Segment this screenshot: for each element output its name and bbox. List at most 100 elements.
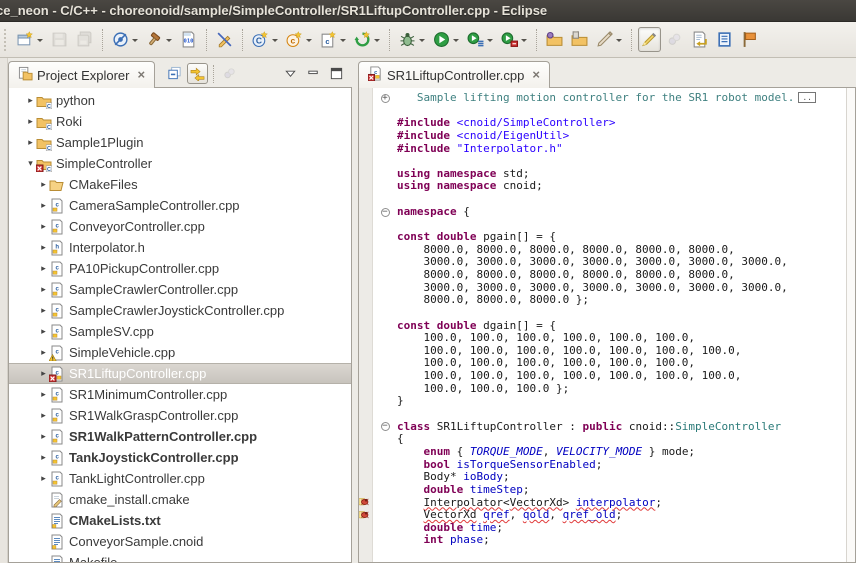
expander-expanded-icon[interactable]: ▾ bbox=[25, 158, 36, 169]
expander-collapsed-icon[interactable]: ▸ bbox=[38, 326, 49, 337]
expander-collapsed-icon[interactable]: ▸ bbox=[38, 452, 49, 463]
expander-collapsed-icon[interactable]: ▸ bbox=[38, 179, 49, 190]
tree-item-pa10pickupcontroller-cpp[interactable]: ▸cPA10PickupController.cpp bbox=[9, 258, 351, 279]
expander-collapsed-icon[interactable]: ▸ bbox=[38, 431, 49, 442]
tree-item-camerasamplecontroller-cpp[interactable]: ▸cCameraSampleController.cpp bbox=[9, 195, 351, 216]
tab-editor-sr1liftupcontroller[interactable]: c SR1LiftupController.cpp × bbox=[358, 61, 550, 88]
dropdown-arrow-icon[interactable] bbox=[272, 39, 278, 45]
dropdown-arrow-icon[interactable] bbox=[37, 39, 43, 45]
toolbar-button-skip-breakpoints-icon[interactable] bbox=[109, 27, 141, 52]
toolbar-button-profile-icon[interactable] bbox=[498, 27, 530, 52]
tree-item-tankjoystickcontroller-cpp[interactable]: ▸cTankJoystickController.cpp bbox=[9, 447, 351, 468]
toolbar-button-build-hammer-icon[interactable] bbox=[143, 27, 175, 52]
expander-collapsed-icon[interactable]: ▸ bbox=[25, 116, 36, 127]
dropdown-arrow-icon[interactable] bbox=[306, 39, 312, 45]
toolbar-button-new-header-icon[interactable]: c bbox=[283, 27, 315, 52]
toolbar-button-annotations-icon[interactable] bbox=[663, 27, 686, 52]
dropdown-arrow-icon[interactable] bbox=[166, 39, 172, 45]
view-button-collapse-all-icon[interactable] bbox=[164, 63, 185, 84]
window-titlebar[interactable]: ce_neon - C/C++ - choreonoid/sample/Simp… bbox=[0, 0, 856, 22]
tree-item-conveyorsample-cnoid[interactable]: ConveyorSample.cnoid bbox=[9, 531, 351, 552]
dropdown-arrow-icon[interactable] bbox=[616, 39, 622, 45]
annotation-ruler[interactable] bbox=[359, 88, 373, 562]
tree-item-python[interactable]: ▸Cpython bbox=[9, 90, 351, 111]
tree-item-sr1walkpatterncontroller-cpp[interactable]: ▸cSR1WalkPatternController.cpp bbox=[9, 426, 351, 447]
tab-project-explorer[interactable]: Project Explorer × bbox=[8, 61, 155, 88]
expander-collapsed-icon[interactable]: ▸ bbox=[38, 242, 49, 253]
view-button-minimize-icon[interactable] bbox=[303, 63, 324, 84]
toolbar-button-new-source-file-icon[interactable]: c bbox=[317, 27, 349, 52]
toolbar-button-last-edit-location-icon[interactable] bbox=[688, 27, 711, 52]
tree-item-sample1plugin[interactable]: ▸CSample1Plugin bbox=[9, 132, 351, 153]
fold-collapse-icon[interactable]: − bbox=[381, 208, 390, 217]
expander-collapsed-icon[interactable]: ▸ bbox=[38, 263, 49, 274]
toolbar-button-new-wizard-icon[interactable] bbox=[14, 27, 46, 52]
toolbar-drag-handle[interactable] bbox=[4, 29, 9, 51]
tree-item-makefile[interactable]: Makefile bbox=[9, 552, 351, 563]
fold-collapse-icon[interactable]: − bbox=[381, 422, 390, 431]
expander-collapsed-icon[interactable]: ▸ bbox=[38, 221, 49, 232]
toolbar-button-save-icon[interactable] bbox=[48, 27, 71, 52]
toolbar-button-build-binary-icon[interactable]: 010 bbox=[177, 27, 200, 52]
expander-collapsed-icon[interactable]: ▸ bbox=[38, 200, 49, 211]
expander-collapsed-icon[interactable]: ▸ bbox=[38, 389, 49, 400]
tree-item-cmakefiles[interactable]: ▸CMakeFiles bbox=[9, 174, 351, 195]
editor-tab-close-icon[interactable]: × bbox=[532, 70, 540, 80]
tree-item-samplecrawlerjoystickcontroller-cpp[interactable]: ▸cSampleCrawlerJoystickController.cpp bbox=[9, 300, 351, 321]
tree-item-simplevehicle-cpp[interactable]: ▸cSimpleVehicle.cpp bbox=[9, 342, 351, 363]
fold-expand-icon[interactable]: + bbox=[381, 94, 390, 103]
expander-collapsed-icon[interactable]: ▸ bbox=[38, 305, 49, 316]
tree-item-simplecontroller[interactable]: ▾CSimpleController bbox=[9, 153, 351, 174]
tree-item-samplecrawlercontroller-cpp[interactable]: ▸cSampleCrawlerController.cpp bbox=[9, 279, 351, 300]
dropdown-arrow-icon[interactable] bbox=[132, 39, 138, 45]
folded-region-box[interactable]: .. bbox=[798, 92, 816, 103]
tree-item-interpolator-h[interactable]: ▸hInterpolator.h bbox=[9, 237, 351, 258]
expander-collapsed-icon[interactable]: ▸ bbox=[38, 368, 49, 379]
dropdown-arrow-icon[interactable] bbox=[340, 39, 346, 45]
toolbar-button-flag-icon[interactable] bbox=[738, 27, 761, 52]
overview-ruler[interactable] bbox=[846, 88, 855, 562]
tree-item-samplesv-cpp[interactable]: ▸cSampleSV.cpp bbox=[9, 321, 351, 342]
expander-collapsed-icon[interactable]: ▸ bbox=[38, 410, 49, 421]
cpp-file-icon: c bbox=[49, 219, 65, 235]
toolbar-button-coverage-icon[interactable] bbox=[464, 27, 496, 52]
dropdown-arrow-icon[interactable] bbox=[374, 39, 380, 45]
tree-item-sr1minimumcontroller-cpp[interactable]: ▸cSR1MinimumController.cpp bbox=[9, 384, 351, 405]
toolbar-button-external-tools-icon[interactable] bbox=[593, 27, 625, 52]
tree-item-sr1liftupcontroller-cpp[interactable]: ▸cSR1LiftupController.cpp bbox=[9, 363, 351, 384]
expander-collapsed-icon[interactable]: ▸ bbox=[38, 347, 49, 358]
toolbar-button-mark-occurrences-icon[interactable] bbox=[638, 27, 661, 52]
toolbar-button-debug-icon[interactable] bbox=[396, 27, 428, 52]
tree-item-cmake-install-cmake[interactable]: cmake_install.cmake bbox=[9, 489, 351, 510]
tree-item-roki[interactable]: ▸CRoki bbox=[9, 111, 351, 132]
toolbar-button-export-folder-icon[interactable] bbox=[568, 27, 591, 52]
toolbar-button-new-class-icon[interactable]: C bbox=[249, 27, 281, 52]
toolbar-button-save-all-icon[interactable] bbox=[73, 27, 96, 52]
tree-item-sr1walkgraspcontroller-cpp[interactable]: ▸cSR1WalkGraspController.cpp bbox=[9, 405, 351, 426]
dropdown-arrow-icon[interactable] bbox=[521, 39, 527, 45]
dropdown-arrow-icon[interactable] bbox=[419, 39, 425, 45]
expander-collapsed-icon[interactable]: ▸ bbox=[38, 473, 49, 484]
view-button-view-menu-icon[interactable] bbox=[280, 63, 301, 84]
toolbar-button-open-element-icon[interactable] bbox=[713, 27, 736, 52]
view-button-maximize-icon[interactable] bbox=[326, 63, 347, 84]
toolbar-button-new-project-icon[interactable] bbox=[351, 27, 383, 52]
expander-collapsed-icon[interactable]: ▸ bbox=[25, 95, 36, 106]
expander-collapsed-icon[interactable]: ▸ bbox=[38, 284, 49, 295]
tree-item-cmakelists-txt[interactable]: CMakeLists.txt bbox=[9, 510, 351, 531]
toolbar-button-run-icon[interactable] bbox=[430, 27, 462, 52]
view-toolbar-separator bbox=[213, 65, 214, 83]
view-button-focus-icon[interactable] bbox=[219, 63, 240, 84]
error-marker-icon[interactable] bbox=[359, 509, 372, 522]
tree-item-tanklightcontroller-cpp[interactable]: ▸cTankLightController.cpp bbox=[9, 468, 351, 489]
toolbar-button-import-folder-icon[interactable] bbox=[543, 27, 566, 52]
error-marker-icon[interactable] bbox=[359, 496, 372, 509]
tree-item-conveyorcontroller-cpp[interactable]: ▸cConveyorController.cpp bbox=[9, 216, 351, 237]
code-editor[interactable]: + Sample lifting motion controller for t… bbox=[373, 88, 846, 562]
expander-collapsed-icon[interactable]: ▸ bbox=[25, 137, 36, 148]
explorer-tab-close-icon[interactable]: × bbox=[137, 70, 145, 80]
dropdown-arrow-icon[interactable] bbox=[487, 39, 493, 45]
toolbar-button-slashed-pencil-icon[interactable] bbox=[213, 27, 236, 52]
dropdown-arrow-icon[interactable] bbox=[453, 39, 459, 45]
view-button-link-with-editor-icon[interactable] bbox=[187, 63, 208, 84]
